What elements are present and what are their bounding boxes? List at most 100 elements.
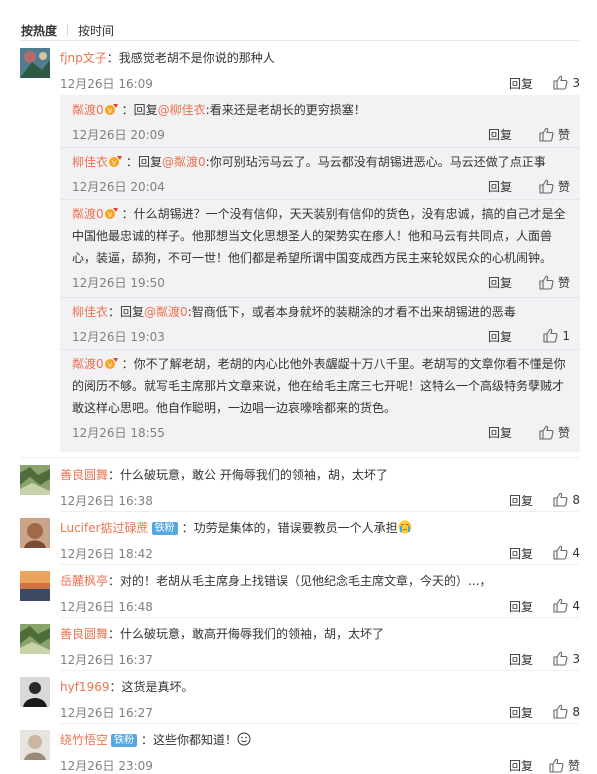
comment-text: ：什么破玩意，敢高开侮辱我们的领袖，胡，太坏了 xyxy=(108,627,385,641)
reply-item: 粼渡0 V ：你不了解老胡，老胡的内心比他外表龌龊十万八千里。老胡写的文章你看不懂是… xyxy=(72,353,570,442)
username-link[interactable]: 岳麓枫亭 xyxy=(60,574,108,588)
avatar[interactable] xyxy=(20,624,50,654)
medal-icon: V xyxy=(104,208,118,219)
reply-prefix: ：回复 xyxy=(121,103,158,117)
reply-divider xyxy=(60,297,580,298)
thumbs-up-icon xyxy=(543,328,558,343)
reply-text: ：你不了解老胡，老胡的内心比他外表龌龊十万八千里。老胡写的文章你看不懂是你的阅历… xyxy=(72,357,566,415)
reply-date: 12月26日 18:55 xyxy=(72,426,165,440)
mention-link[interactable]: @柳佳衣 xyxy=(158,103,206,117)
like-count: 4 xyxy=(572,598,580,613)
username-link[interactable]: fjnp文子 xyxy=(60,51,107,65)
reply-button[interactable]: 回复 xyxy=(488,178,512,195)
like-button[interactable]: 赞 xyxy=(526,424,570,441)
comment-text: ：对的！老胡从毛主席身上找错误（见他纪念毛主席文章，今天的）...， xyxy=(108,574,492,588)
like-button[interactable]: 1 xyxy=(526,328,570,343)
like-count: 3 xyxy=(572,75,580,90)
reply-text: :你可别玷污马云了。马云都没有胡锡进恶心。马云还做了点正事 xyxy=(205,155,546,169)
sort-by-time-tab[interactable]: 按时间 xyxy=(78,22,114,39)
comment-date: 12月26日 16:09 xyxy=(60,77,153,91)
like-button[interactable]: 赞 xyxy=(526,126,570,143)
reply-divider xyxy=(60,199,580,200)
sort-bar: 按热度 按时间 xyxy=(21,20,114,40)
thumbs-up-icon xyxy=(553,492,568,507)
reply-button[interactable]: 回复 xyxy=(488,328,512,345)
username-link[interactable]: 绕竹悟空 xyxy=(60,733,108,747)
thumbs-up-icon xyxy=(553,704,568,719)
like-count: 赞 xyxy=(557,276,570,290)
thumbs-up-icon xyxy=(549,758,564,773)
reply-button[interactable]: 回复 xyxy=(488,424,512,441)
reply-date: 12月26日 19:03 xyxy=(72,330,165,344)
reply-button[interactable]: 回复 xyxy=(509,492,533,509)
medal-icon: V xyxy=(104,104,118,115)
reply-button[interactable]: 回复 xyxy=(488,274,512,291)
username-link[interactable]: 柳佳衣 xyxy=(72,155,108,169)
header-divider xyxy=(20,40,579,41)
comment-divider xyxy=(20,457,579,458)
medal-icon: V xyxy=(104,358,118,369)
like-count: 1 xyxy=(562,328,570,343)
comment-date: 12月26日 16:37 xyxy=(60,653,153,667)
like-button[interactable]: 赞 xyxy=(526,178,570,195)
reply-button[interactable]: 回复 xyxy=(488,126,512,143)
like-button[interactable]: 3 xyxy=(540,651,580,666)
sort-by-hot-tab[interactable]: 按热度 xyxy=(21,22,57,39)
like-button[interactable]: 3 xyxy=(540,75,580,90)
comment-text: ：功劳是集体的，错误要教员一个人承担 xyxy=(181,521,398,535)
mention-link[interactable]: @粼渡0 xyxy=(162,155,206,169)
like-button[interactable]: 8 xyxy=(540,704,580,719)
reply-text: :看来还是老胡长的更穷损塞！ xyxy=(205,103,366,117)
username-link[interactable]: 善良圆舞 xyxy=(60,468,108,482)
comment-date: 12月26日 18:42 xyxy=(60,547,153,561)
fan-badge: 铁粉 xyxy=(111,734,138,747)
comment-divider xyxy=(60,511,579,512)
avatar[interactable] xyxy=(20,677,50,707)
sort-divider xyxy=(67,24,69,36)
reply-prefix: ：回复 xyxy=(108,305,145,319)
reply-button[interactable]: 回复 xyxy=(509,651,533,668)
like-button[interactable]: 4 xyxy=(540,598,580,613)
thumbs-up-icon xyxy=(539,127,554,142)
reply-text: :智商低下，或者本身就坏的装糊涂的才看不出来胡锡进的恶毒 xyxy=(187,305,516,319)
reply-button[interactable]: 回复 xyxy=(509,757,533,774)
like-button[interactable]: 4 xyxy=(540,545,580,560)
username-link[interactable]: Lucifer掂过碌蔗 xyxy=(60,521,149,535)
reply-item: 粼渡0 V ：回复@柳佳衣:看来还是老胡长的更穷损塞！ 12月26日 20:09 回… xyxy=(72,99,570,144)
comment-text: ：这货是真坏。 xyxy=(109,680,194,694)
avatar[interactable] xyxy=(20,518,50,548)
reply-button[interactable]: 回复 xyxy=(509,545,533,562)
username-link[interactable]: 柳佳衣 xyxy=(72,305,108,319)
reply-button[interactable]: 回复 xyxy=(509,704,533,721)
username-link[interactable]: 粼渡0 xyxy=(72,103,104,117)
comment-divider xyxy=(60,564,579,565)
comment-date: 12月26日 23:09 xyxy=(60,759,153,773)
username-link[interactable]: hyf1969 xyxy=(60,680,109,694)
thumbs-up-icon xyxy=(553,75,568,90)
thumbs-up-icon xyxy=(539,425,554,440)
username-link[interactable]: 粼渡0 xyxy=(72,357,104,371)
like-count: 赞 xyxy=(557,180,570,194)
reply-item: 柳佳衣 V ：回复@粼渡0:你可别玷污马云了。马云都没有胡锡进恶心。马云还做了点正事… xyxy=(72,151,570,196)
avatar[interactable] xyxy=(20,48,50,78)
like-button[interactable]: 8 xyxy=(540,492,580,507)
username-link[interactable]: 善良圆舞 xyxy=(60,627,108,641)
comment-divider xyxy=(60,670,579,671)
reply-date: 12月26日 19:50 xyxy=(72,276,165,290)
avatar[interactable] xyxy=(20,730,50,760)
like-count: 3 xyxy=(572,651,580,666)
like-button[interactable]: 赞 xyxy=(540,757,580,774)
reply-prefix: ：回复 xyxy=(126,155,163,169)
avatar[interactable] xyxy=(20,465,50,495)
smile-emoji-icon xyxy=(237,732,251,746)
like-button[interactable]: 赞 xyxy=(526,274,570,291)
username-link[interactable]: 粼渡0 xyxy=(72,207,104,221)
comment-text: ：这些你都知道！ xyxy=(141,733,238,747)
reply-button[interactable]: 回复 xyxy=(509,598,533,615)
thumbs-up-icon xyxy=(553,598,568,613)
reply-divider xyxy=(60,349,580,350)
avatar[interactable] xyxy=(20,571,50,601)
reply-button[interactable]: 回复 xyxy=(509,75,533,92)
reply-item: 柳佳衣：回复@粼渡0:智商低下，或者本身就坏的装糊涂的才看不出来胡锡进的恶毒 1… xyxy=(72,301,570,346)
mention-link[interactable]: @粼渡0 xyxy=(144,305,188,319)
